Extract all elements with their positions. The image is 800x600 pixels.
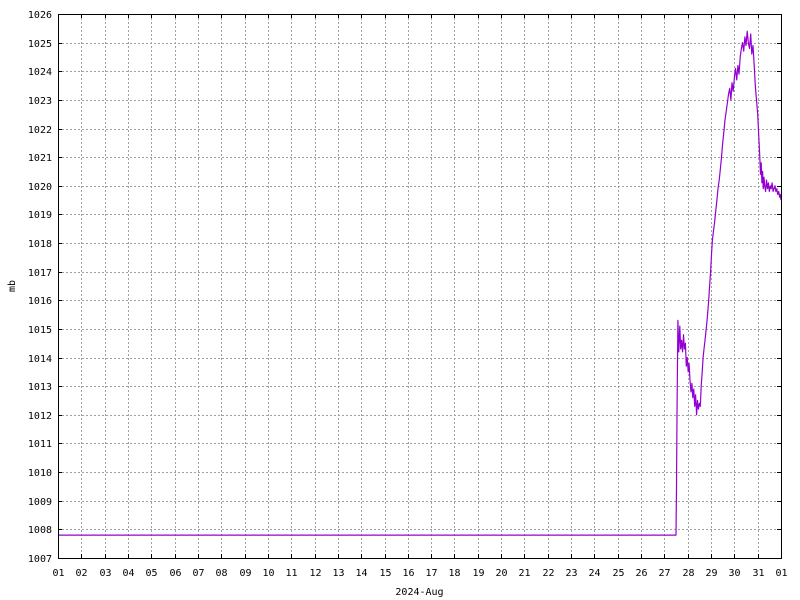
x-tick-label: 09 [239,568,251,579]
x-tick-label: 04 [122,568,134,579]
y-tick-label: 1022 [28,125,52,136]
x-tick-label: 20 [495,568,507,579]
y-tick-label: 1017 [28,268,52,279]
x-tick-label: 26 [635,568,647,579]
y-tick-labels: 1007 1008 1009 1010 1011 1012 1013 1014 1015 1016… [28,10,52,565]
x-tick-label: 29 [705,568,717,579]
x-tick-label: 28 [682,568,694,579]
x-tick-label: 17 [425,568,437,579]
grid [58,14,781,558]
x-tick-label: 03 [99,568,111,579]
y-tick-label: 1016 [28,296,52,307]
x-tick-label: 07 [192,568,204,579]
x-tick-label: 12 [309,568,321,579]
y-tick-label: 1013 [28,382,52,393]
x-tick-label: 15 [379,568,391,579]
x-tick-label: 21 [518,568,530,579]
series-group [58,30,782,536]
x-tick-label: 08 [215,568,227,579]
y-tick-label: 1009 [28,497,52,508]
x-tick-label: 01 [52,568,64,579]
x-tick-label: 23 [565,568,577,579]
y-tick-label: 1011 [28,439,52,450]
x-tick-label: 06 [169,568,181,579]
x-tick-label: 05 [145,568,157,579]
x-tick-label: 24 [588,568,600,579]
y-tick-label: 1023 [28,96,52,107]
x-tick-label: 25 [612,568,624,579]
y-tick-label: 1021 [28,153,52,164]
y-tick-label: 1014 [28,354,52,365]
x-tick-label: 16 [402,568,414,579]
y-tick-label: 1020 [28,182,52,193]
x-tick-label: 30 [728,568,740,579]
axis-ticks [58,14,782,559]
x-tick-label: 19 [472,568,484,579]
x-tick-labels: 01 02 03 04 05 06 07 08 09 10 11 12 13 14 15 16 17 18 19 20… [52,568,787,579]
x-tick-label: 13 [332,568,344,579]
y-tick-label: 1024 [28,67,52,78]
series-line [58,30,782,536]
x-tick-label: 22 [542,568,554,579]
x-tick-label: 18 [448,568,460,579]
y-tick-label: 1007 [28,554,52,565]
y-axis-title: mb [7,280,18,292]
x-tick-label: 10 [262,568,274,579]
x-tick-label: 14 [355,568,367,579]
x-tick-label: 11 [285,568,297,579]
y-tick-label: 1018 [28,239,52,250]
y-tick-label: 1015 [28,325,52,336]
y-tick-label: 1008 [28,525,52,536]
x-tick-label: 27 [658,568,670,579]
y-tick-label: 1026 [28,10,52,21]
pressure-chart: 1007100810091010101110121013101410151016… [7,10,788,598]
plot-frame [58,14,782,559]
y-tick-label: 1010 [28,468,52,479]
x-tick-label: 02 [75,568,87,579]
x-axis-title: 2024-Aug [395,587,443,598]
x-tick-label: 31 [752,568,764,579]
y-tick-label: 1019 [28,210,52,221]
x-tick-label: 01 [775,568,787,579]
y-tick-label: 1025 [28,39,52,50]
y-tick-label: 1012 [28,411,52,422]
